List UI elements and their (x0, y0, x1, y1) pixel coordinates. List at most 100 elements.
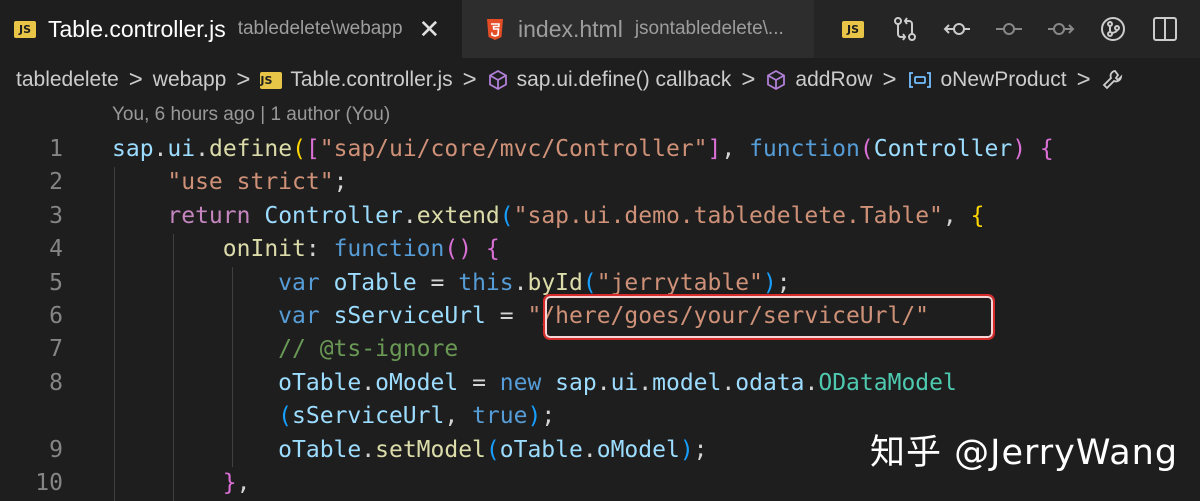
code-token: ) (527, 403, 542, 430)
code-token: { (970, 202, 985, 229)
compare-changes-icon[interactable] (888, 12, 922, 46)
code-text: }, (112, 467, 251, 500)
previous-change-icon[interactable] (940, 12, 974, 46)
code-token: oModel (596, 436, 680, 463)
code-token: oModel (375, 369, 459, 396)
code-token: // @ts-ignore (278, 336, 459, 363)
code-token: Controller (264, 202, 403, 229)
close-icon[interactable]: ✕ (419, 14, 441, 45)
code-token: { (1039, 136, 1054, 162)
code-token: byId (527, 269, 583, 296)
js-file-icon: JS (14, 20, 36, 38)
line-number: 7 (49, 336, 63, 363)
indent-guide (173, 234, 174, 501)
code-token: extend (416, 202, 500, 229)
tab-table-controller[interactable]: JS Table.controller.js tabledelete\webap… (0, 0, 462, 58)
wrench-icon (1101, 68, 1125, 92)
code-token: setModel (375, 436, 486, 463)
breadcrumb-item-property[interactable] (1101, 68, 1133, 92)
line-number: 2 (49, 169, 63, 196)
indent-guide (232, 267, 233, 467)
code-token: ui (610, 369, 639, 396)
js-file-icon[interactable]: JS (836, 12, 870, 46)
line-number: 9 (49, 436, 63, 463)
code-token: . (361, 436, 376, 463)
code-token: function (749, 136, 860, 162)
code-line[interactable]: 8 oTable.oModel = new sap.ui.model.odata… (0, 367, 1200, 400)
git-commit-icon[interactable] (992, 12, 1026, 46)
code-token: define (208, 136, 293, 162)
breadcrumb-item-folder[interactable]: tabledelete (16, 68, 119, 92)
code-token: ( (582, 269, 597, 296)
breadcrumb-item-symbol[interactable]: sap.ui.define() callback (487, 68, 731, 92)
code-token: ( (278, 403, 293, 430)
code-token: this (458, 269, 514, 296)
code-token: = (416, 269, 459, 296)
code-token: var (278, 302, 320, 329)
code-token: ui (167, 136, 196, 162)
code-token: ( (292, 136, 306, 162)
codelens-blame[interactable]: You, 6 hours ago | 1 author (You) (112, 104, 390, 126)
breadcrumb-item-file[interactable]: JS Table.controller.js (260, 68, 453, 92)
code-text: oTable.oModel = new sap.ui.model.odata.O… (112, 367, 957, 400)
code-token: . (513, 269, 528, 296)
code-line[interactable]: 2 "use strict"; (0, 166, 1200, 199)
code-token: true (472, 403, 528, 430)
code-line[interactable]: 4 onInit: function() { (0, 233, 1200, 266)
code-token: () (444, 236, 473, 263)
tab-description: tabledelete\webapp (237, 18, 403, 39)
code-token: = (485, 302, 528, 329)
code-token: Controller (873, 136, 1013, 162)
code-token: "sap.ui.demo.tabledelete.Table" (513, 202, 943, 229)
breadcrumb-separator: > (882, 66, 897, 93)
code-token: ( (859, 136, 874, 162)
next-change-icon[interactable] (1044, 12, 1078, 46)
source-control-icon[interactable] (1096, 12, 1130, 46)
code-token: . (153, 136, 168, 162)
code-token: ) (679, 436, 694, 463)
code-token: [ (305, 136, 320, 162)
code-token: . (582, 436, 597, 463)
code-line[interactable]: 1 sap.ui.define(["sap/ui/core/mvc/Control… (0, 133, 1200, 166)
code-token: , (721, 136, 750, 162)
split-editor-icon[interactable] (1148, 12, 1182, 46)
code-token: { (485, 236, 500, 263)
line-number: 5 (49, 269, 63, 296)
code-token: oTable (278, 436, 362, 463)
code-token: , (444, 403, 473, 430)
breadcrumb-separator: > (1076, 66, 1091, 93)
html-file-icon (484, 18, 506, 40)
code-token: = (458, 369, 500, 396)
code-token: "jerrytable" (596, 269, 763, 296)
breadcrumb-item-variable[interactable]: oNewProduct (907, 68, 1067, 92)
breadcrumb-item-method[interactable]: addRow (765, 68, 872, 92)
code-token: ODataModel (818, 369, 957, 396)
code-text: onInit: function() { (112, 233, 500, 266)
code-token: ; (541, 403, 556, 430)
code-token: oTable (278, 369, 362, 396)
line-number: 6 (49, 302, 63, 329)
breadcrumb-item-folder[interactable]: webapp (153, 68, 227, 92)
code-token: . (195, 136, 209, 162)
code-text: (sServiceUrl, true); (112, 400, 555, 433)
code-text: oTable.setModel(oTable.oModel); (112, 434, 708, 467)
code-token: var (278, 269, 320, 296)
code-token: ; (693, 436, 708, 463)
editor-toolbar: JS (836, 0, 1200, 58)
code-token: sap (112, 136, 154, 162)
code-line[interactable]: 3 return Controller.extend("sap.ui.demo.… (0, 200, 1200, 233)
tab-index-html[interactable]: index.html jsontabledelete\... (462, 0, 814, 58)
